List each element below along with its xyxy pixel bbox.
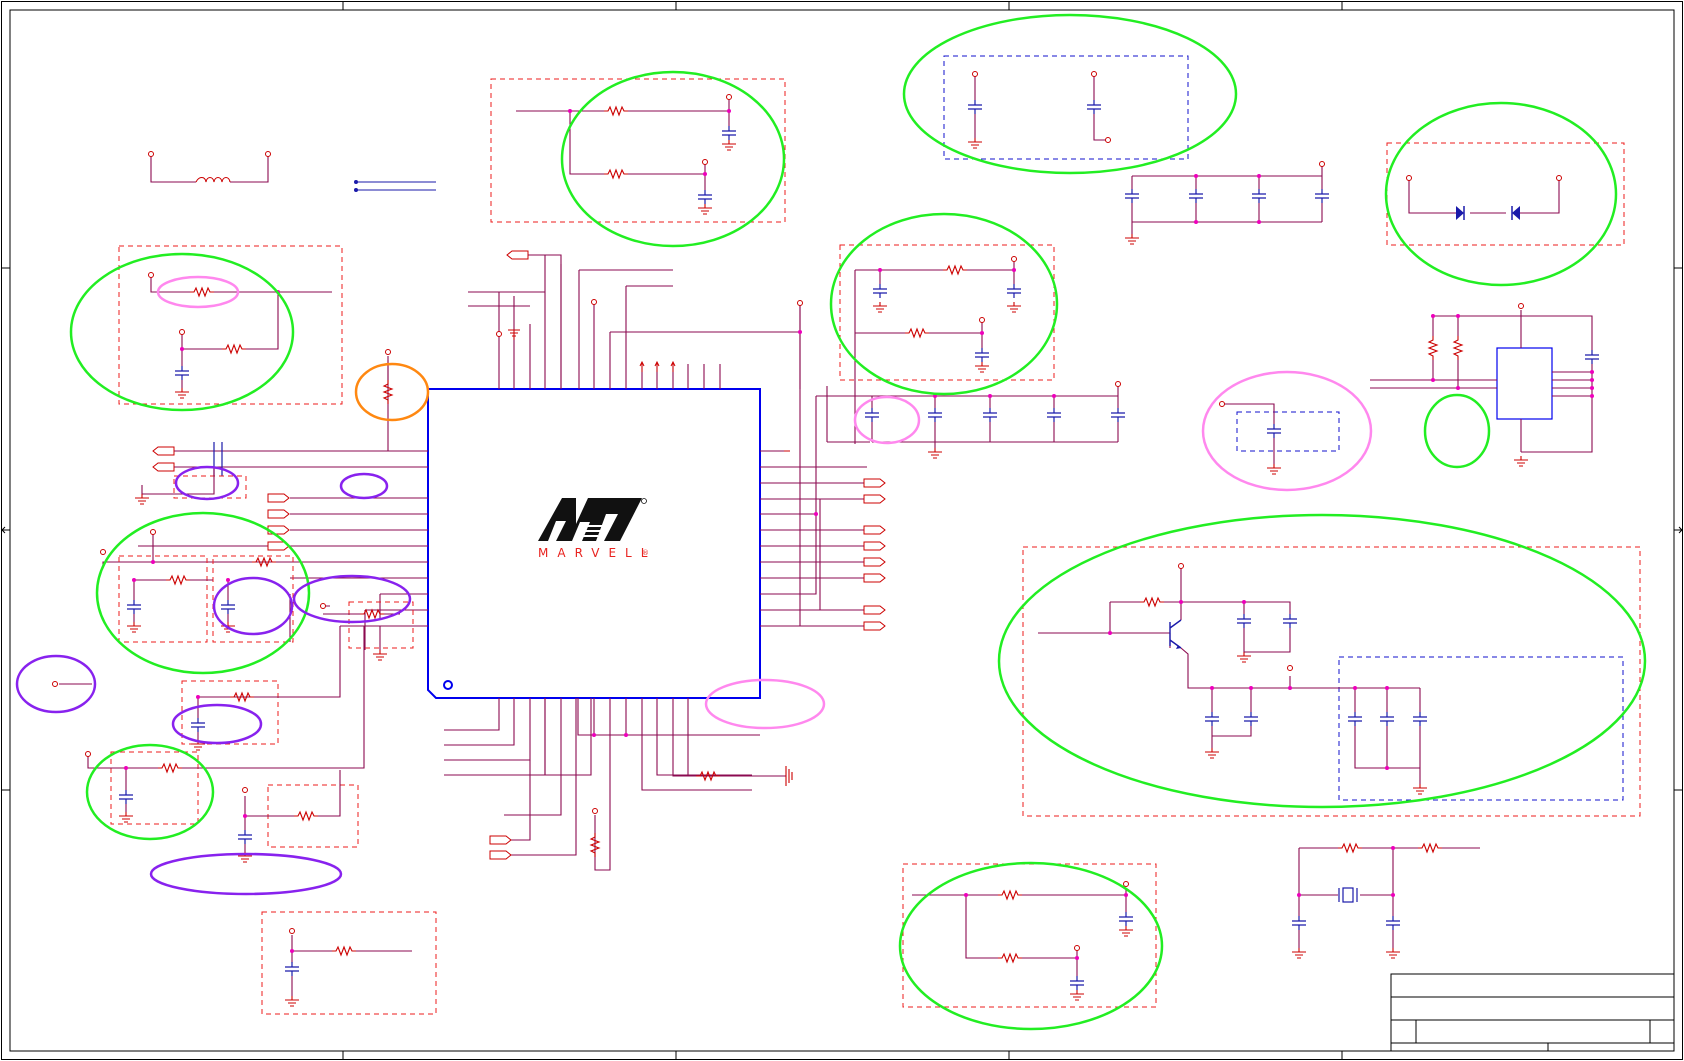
inductor-circuit — [148, 151, 436, 192]
filter-cap-blue-box — [1219, 401, 1340, 475]
decoupling-caps-top — [943, 55, 1189, 160]
regulator-ic — [1370, 303, 1600, 467]
pin1-circle-icon — [443, 680, 453, 690]
highlight-annotations — [15, 13, 1647, 1031]
schematic-sheet: MARVELL ® — [1, 1, 1683, 1060]
rc-network-right-top — [839, 244, 1055, 381]
highlight-ring-rc-bottom-left — [85, 743, 215, 841]
rc-network-left-mid — [100, 529, 414, 661]
highlight-ring-orange — [354, 362, 430, 422]
highlight-ring-purple-4 — [292, 574, 412, 624]
highlight-ring-rc-top — [560, 70, 786, 248]
chip-pin-stubs — [496, 299, 803, 452]
signal-ports-right — [863, 478, 886, 631]
logo-registered-mark: ® — [642, 549, 649, 557]
highlight-ring-purple-7 — [149, 852, 343, 896]
marvell-logo-icon: MARVELL ® — [538, 498, 656, 560]
highlight-ring-pink-cap — [1201, 370, 1373, 492]
highlight-ring-oscillator — [997, 513, 1647, 809]
cap-bank-four — [1124, 161, 1330, 245]
diode-pair-circuit — [1386, 142, 1625, 246]
highlight-ring-purple-6 — [171, 703, 263, 745]
highlight-ring-rc-right — [829, 212, 1059, 396]
crystal-circuit — [1291, 843, 1480, 959]
highlight-ring-rc-bottom-center — [898, 861, 1164, 1031]
highlight-ring-diodes — [1384, 101, 1618, 287]
bottom-center-resistors — [590, 766, 793, 858]
rc-network-bottom-left — [237, 770, 359, 863]
highlight-ring-purple-3 — [212, 576, 294, 636]
rc-network-left-top — [118, 245, 343, 405]
highlight-ring-rc-mid-left — [95, 511, 311, 675]
cap-row-right — [864, 381, 1126, 459]
title-block — [1390, 973, 1675, 1052]
rc-network-bottom — [261, 911, 437, 1015]
highlight-ring-pink-cap-small — [853, 395, 921, 445]
transistor-oscillator-circuit — [1022, 546, 1641, 817]
highlight-ring-small — [1423, 393, 1491, 469]
highlight-ring-pink-chip-corner — [704, 678, 826, 730]
highlight-ring-caps-top — [902, 13, 1238, 175]
main-ic-chip — [427, 388, 761, 699]
junction-dots — [124, 109, 1594, 960]
rc-filter-top-center — [490, 78, 786, 223]
logo-text: MARVELL — [538, 546, 656, 560]
rc-network-left-bottom — [85, 626, 365, 825]
highlight-ring-purple-2 — [339, 472, 389, 500]
